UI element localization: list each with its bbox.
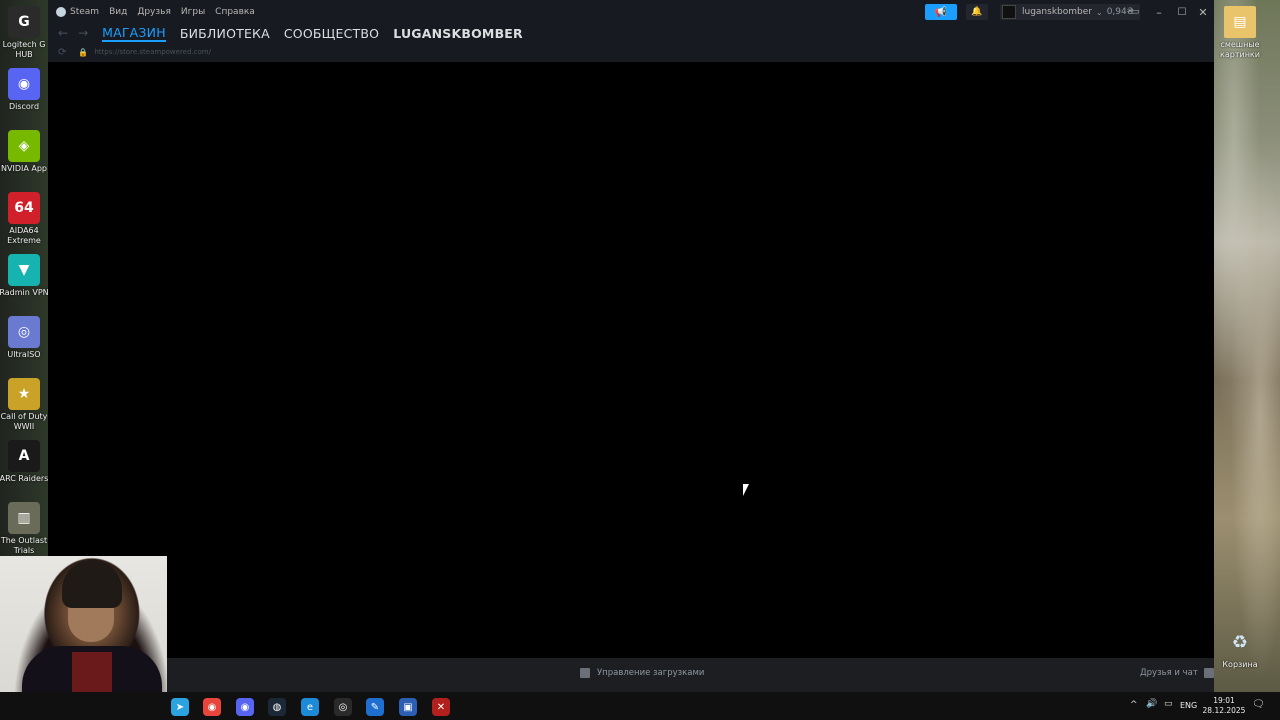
desktop: G Logitech G HUB ◉ Discord ◈ NVIDIA App 64 AIDA… — [0, 0, 1280, 720]
aida64-icon: 64 — [8, 192, 40, 224]
paint-taskbar-icon[interactable]: ✎ — [366, 698, 384, 716]
telegram-taskbar-icon[interactable]: ➤ — [171, 698, 189, 716]
monitor-icon: ▭ — [1130, 7, 1140, 17]
steam-menu: Steam Вид Друзья Игры Справка — [48, 7, 255, 17]
radmin-vpn-icon: ▼ — [8, 254, 40, 286]
app-red-taskbar-icon[interactable]: ✕ — [432, 698, 450, 716]
desktop-shortcut-label: Radmin VPN — [0, 288, 49, 297]
funny-pictures-folder-label: смешные картинки — [1220, 40, 1260, 59]
download-icon — [580, 668, 590, 678]
minimize-button[interactable]: – — [1152, 4, 1166, 20]
mouse-cursor-icon — [743, 484, 749, 496]
close-button[interactable]: ✕ — [1196, 4, 1210, 20]
lock-icon: 🔒 — [78, 47, 89, 57]
obs-taskbar-icon[interactable]: ◎ — [334, 698, 352, 716]
desktop-shortcut-label: The Outlast Trials — [0, 536, 48, 555]
steam-nav: ← → МАГАЗИН БИБЛИОТЕКА СООБЩЕСТВО LUGANS… — [48, 24, 1214, 42]
avatar — [1002, 5, 1016, 19]
url-text[interactable]: https://store.steampowered.com/ — [94, 48, 211, 56]
logitech-g-hub-icon: G — [8, 6, 40, 38]
clock[interactable]: 19:01 28.12.2025 — [1202, 696, 1246, 716]
desktop-shortcut[interactable]: ▼ Radmin VPN — [0, 254, 49, 298]
menu-steam[interactable]: Steam — [70, 7, 99, 17]
tab-library[interactable]: БИБЛИОТЕКА — [180, 26, 270, 41]
menu-help[interactable]: Справка — [215, 7, 255, 17]
announcement-button[interactable]: 📢 — [925, 4, 957, 20]
friends-chat-label: Друзья и чат — [1140, 668, 1198, 678]
desktop-shortcut[interactable]: A ARC Raiders — [0, 440, 48, 484]
wallpaper-right — [1214, 0, 1280, 692]
chevron-down-icon: ⌄ — [1095, 7, 1103, 17]
nvidia-app-icon: ◈ — [8, 130, 40, 162]
desktop-shortcut-label: AIDA64 Extreme — [7, 226, 41, 245]
friends-icon — [1203, 668, 1214, 678]
arc-raiders-icon: A — [8, 440, 40, 472]
menu-friends[interactable]: Друзья — [137, 7, 171, 17]
discord-icon: ◉ — [8, 68, 40, 100]
downloads-button[interactable]: Управление загрузками — [580, 668, 704, 678]
notifications-button[interactable]: 🔔 — [966, 4, 988, 20]
close-icon: ✕ — [1198, 5, 1208, 19]
friends-chat-button[interactable]: Друзья и чат — [1140, 668, 1214, 678]
tab-store[interactable]: МАГАЗИН — [102, 25, 166, 42]
volume-icon[interactable]: 🔊 — [1146, 699, 1157, 709]
forward-arrow-icon[interactable]: → — [78, 26, 88, 40]
desktop-shortcut-label: UltraISO — [7, 350, 41, 359]
desktop-shortcut-label: Discord — [8, 102, 40, 111]
language-indicator[interactable]: ENG — [1180, 701, 1197, 710]
desktop-shortcut[interactable]: 64 AIDA64 Extreme — [0, 192, 48, 246]
big-picture-button[interactable]: ▭ — [1128, 4, 1142, 20]
maximize-icon: ☐ — [1177, 6, 1187, 18]
desktop-shortcut-label: NVIDIA App — [1, 164, 47, 173]
steam-logo-icon — [56, 7, 66, 17]
account-name: luganskbomber — [1022, 7, 1092, 17]
store-content[interactable] — [48, 62, 1214, 658]
steam-titlebar: Steam Вид Друзья Игры Справка 📢 🔔 lugans… — [48, 0, 1214, 24]
funny-pictures-folder-icon: ▤ — [1224, 6, 1256, 38]
bell-icon: 🔔 — [971, 7, 983, 17]
desktop-shortcut[interactable]: ★ Call of Duty WWII — [0, 378, 48, 432]
menu-view[interactable]: Вид — [109, 7, 127, 17]
back-arrow-icon[interactable]: ← — [58, 26, 68, 40]
desktop-shortcut[interactable]: ◉ Discord — [0, 68, 48, 112]
menu-games[interactable]: Игры — [181, 7, 205, 17]
recycle-bin-label: Корзина — [1222, 660, 1258, 669]
reload-icon[interactable]: ⟳ — [58, 47, 66, 58]
desktop-shortcut[interactable]: ◎ UltraISO — [0, 316, 48, 360]
chrome-taskbar-icon[interactable]: ◉ — [203, 698, 221, 716]
network-icon[interactable]: ▭ — [1164, 699, 1173, 709]
desktop-shortcut-label: ARC Raiders — [0, 474, 49, 483]
recycle-bin[interactable]: ♻ Корзина — [1216, 626, 1264, 670]
steam-taskbar-icon[interactable]: ◍ — [268, 698, 286, 716]
clock-date: 28.12.2025 — [1202, 706, 1246, 715]
edge-taskbar-icon[interactable]: e — [301, 698, 319, 716]
desktop-shortcut[interactable]: ▥ The Outlast Trials — [0, 502, 48, 556]
steam-window: Steam Вид Друзья Игры Справка 📢 🔔 lugans… — [48, 0, 1214, 692]
desktop-shortcut[interactable]: G Logitech G HUB — [0, 6, 48, 60]
clock-time: 19:01 — [1213, 696, 1235, 705]
call-of-duty-icon: ★ — [8, 378, 40, 410]
recycle-bin-icon: ♻ — [1231, 631, 1249, 653]
maximize-button[interactable]: ☐ — [1175, 4, 1189, 20]
url-bar: ⟳ 🔒 https://store.steampowered.com/ — [48, 42, 1214, 62]
webcam-person-hair — [62, 560, 122, 608]
funny-pictures-folder[interactable]: ▤ смешные картинки — [1216, 6, 1264, 60]
ultraiso-icon: ◎ — [8, 316, 40, 348]
tab-profile[interactable]: LUGANSKBOMBER — [393, 26, 523, 41]
tray-chevron-icon[interactable]: ^ — [1130, 700, 1138, 710]
downloads-label: Управление загрузками — [597, 668, 705, 678]
steam-bottom-bar: Управление загрузками Друзья и чат — [166, 658, 1214, 692]
account-menu[interactable]: luganskbomber ⌄ 0,94₴ — [1000, 4, 1140, 20]
notification-center-icon[interactable]: 🗨 — [1252, 699, 1265, 710]
window-taskbar-icon[interactable]: ▣ — [399, 698, 417, 716]
desktop-shortcut[interactable]: ◈ NVIDIA App — [0, 130, 48, 174]
outlast-trials-icon: ▥ — [8, 502, 40, 534]
desktop-shortcut-label: Logitech G HUB — [2, 40, 46, 59]
desktop-shortcut-label: Call of Duty WWII — [0, 412, 48, 431]
minimize-icon: – — [1156, 5, 1162, 19]
megaphone-icon: 📢 — [934, 6, 948, 18]
taskbar: ^ 🔊 ▭ ENG 19:01 28.12.2025 🗨 — [0, 692, 1280, 720]
discord-taskbar-icon[interactable]: ◉ — [236, 698, 254, 716]
tab-community[interactable]: СООБЩЕСТВО — [284, 26, 379, 41]
